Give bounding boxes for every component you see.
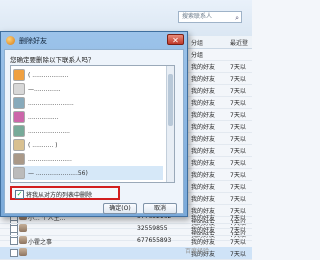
list-item[interactable]: .......................: [13, 152, 163, 166]
avatar: [13, 97, 25, 109]
contacts-to-delete-list[interactable]: ( ................... —..................…: [10, 65, 175, 183]
list-item[interactable]: ........................: [13, 96, 163, 110]
row-checkbox[interactable]: [10, 237, 18, 245]
contact-name: ................: [28, 114, 59, 121]
row-last-login: 7天以: [230, 172, 246, 179]
list-item[interactable]: — ......................56): [13, 166, 163, 180]
list-item[interactable]: ( ...................: [13, 68, 163, 82]
scrollbar-thumb[interactable]: [168, 74, 173, 126]
row-last-login: 7天以: [230, 227, 246, 234]
row-last-login: 7天以: [230, 124, 246, 131]
ok-button[interactable]: 确定(O): [103, 203, 137, 214]
row-group: 我的好友: [191, 196, 216, 203]
list-item[interactable]: ( ........... ): [13, 138, 163, 152]
avatar: [13, 167, 25, 179]
row-last-login: 7天以: [230, 136, 246, 143]
contact-search-input[interactable]: 搜索联系人 ⌕: [178, 11, 242, 23]
row-group: 我的好友: [191, 172, 216, 179]
avatar: [13, 83, 25, 95]
remove-from-their-list-option[interactable]: ✓ 将我从对方的列表中删除: [10, 186, 120, 200]
row-group: 我的好友: [191, 148, 216, 155]
row-group: 我的好友: [191, 64, 216, 71]
row-last-login: 7天以: [230, 196, 246, 203]
contact-name: .......................: [28, 156, 72, 163]
avatar: [13, 139, 25, 151]
contact-name: —..............: [28, 86, 61, 93]
avatar: [19, 248, 27, 256]
row-name: 小霍之事: [28, 239, 53, 246]
row-checkbox[interactable]: [10, 225, 18, 233]
row-last-login: 7天以: [230, 112, 246, 119]
row-group: 我的好友: [191, 88, 216, 95]
row-group: 分组: [191, 52, 204, 59]
delete-friend-dialog: 删除好友 ✕ 您确定要删除以下联系人吗？ ( .................…: [0, 31, 188, 217]
avatar: [19, 224, 27, 232]
list-item[interactable]: ................: [13, 110, 163, 124]
contact-name: — ......................56): [28, 170, 88, 177]
contact-name: ........................: [28, 100, 74, 107]
dialog-title: 删除好友: [19, 37, 47, 45]
cancel-button[interactable]: 取消: [143, 203, 177, 214]
row-last-login: 7天以: [230, 148, 246, 155]
avatar: [13, 153, 25, 165]
row-last-login: 7天以: [230, 100, 246, 107]
row-last-login: 7天以: [230, 88, 246, 95]
row-group: 我的好友: [191, 76, 216, 83]
remove-from-list-label: 将我从对方的列表中删除: [26, 192, 93, 199]
contact-name: ( ...................: [28, 72, 69, 79]
qq-icon: [6, 36, 15, 45]
row-last-login: 7天以: [230, 64, 246, 71]
confirm-question: 您确定要删除以下联系人吗？: [10, 56, 95, 64]
contact-name: ( ........... ): [28, 142, 58, 149]
row-qq-number: 32559855: [137, 225, 168, 232]
avatar: [19, 236, 27, 244]
remove-from-list-checkbox[interactable]: ✓: [15, 190, 24, 199]
list-item[interactable]: ......................: [13, 124, 163, 138]
avatar: [13, 111, 25, 123]
row-group: 我的好友: [191, 227, 216, 234]
close-button[interactable]: ✕: [167, 34, 184, 45]
row-group: 我的好友: [191, 124, 216, 131]
search-icon[interactable]: ⌕: [235, 13, 239, 23]
avatar: [13, 125, 25, 137]
row-group: 我的好友: [191, 112, 216, 119]
row-checkbox[interactable]: [10, 249, 18, 257]
row-last-login: 7天以: [230, 76, 246, 83]
row-last-login: 7天以: [230, 239, 246, 246]
contact-row[interactable]: 我的好友 7天以: [0, 247, 252, 260]
row-last-login: 7天以: [230, 160, 246, 167]
list-scrollbar[interactable]: [166, 66, 174, 182]
watermark: 百度经验: [185, 248, 210, 255]
row-last-login: 7天以: [230, 215, 246, 222]
column-last-login[interactable]: 最近登: [230, 38, 248, 47]
dialog-body: 您确定要删除以下联系人吗？ ( ................... —....…: [4, 49, 184, 214]
row-group: 我的好友: [191, 160, 216, 167]
row-qq-number: 677655893: [137, 237, 172, 244]
avatar: [13, 69, 25, 81]
row-group: 我的好友: [191, 100, 216, 107]
list-item[interactable]: —..............: [13, 82, 163, 96]
row-last-login: 7天以: [230, 184, 246, 191]
row-last-login: 7天以: [230, 251, 246, 258]
row-group: 我的好友: [191, 136, 216, 143]
row-group: 我的好友: [191, 184, 216, 191]
contact-name: ......................: [28, 128, 70, 135]
row-group: 我的好友: [191, 215, 216, 222]
row-group: 我的好友: [191, 239, 216, 246]
column-group[interactable]: 分组: [191, 38, 203, 47]
